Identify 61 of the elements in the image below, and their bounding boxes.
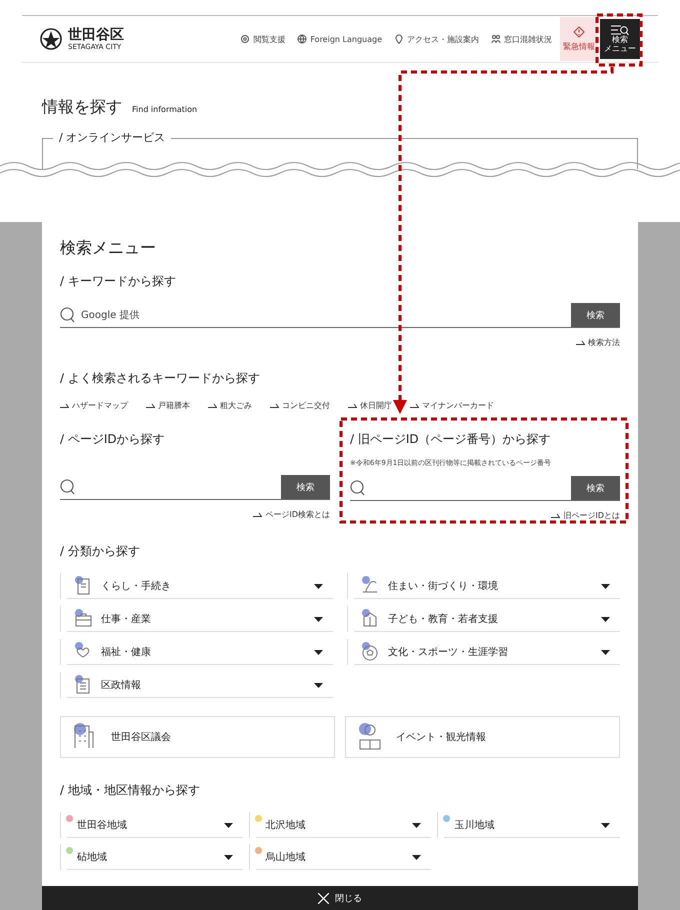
category-dropdown[interactable]: くらし・手続き <box>60 573 333 599</box>
search-menu-button[interactable]: 検索 メニュー <box>600 19 640 59</box>
section-heading: / よく検索されるキーワードから探す <box>60 370 261 387</box>
category-card[interactable]: 世田谷区議会 <box>60 716 335 758</box>
keyword-link[interactable]: コンビニ交付 <box>270 400 330 411</box>
header-link[interactable]: 閲覧支援 <box>240 34 286 44</box>
emergency-button[interactable]: 緊急情報 <box>560 17 598 61</box>
help-link[interactable]: ページID検索とは <box>253 509 330 520</box>
search-icon <box>60 307 75 323</box>
category-dropdown[interactable]: 住まい・街づくり・環境 <box>347 573 620 599</box>
section-heading: / キーワードから探す <box>60 273 177 290</box>
search-field[interactable]: 検索 <box>60 475 330 500</box>
region-dropdown[interactable]: 世田谷地域 <box>60 812 243 838</box>
category-card[interactable]: イベント・観光情報 <box>345 716 620 758</box>
category-dropdown[interactable]: 区政情報 <box>60 672 333 698</box>
keyword-link[interactable]: マイナンバーカード <box>410 400 494 411</box>
region-dropdown[interactable]: 北沢地域 <box>248 812 432 838</box>
search-icon <box>60 479 75 495</box>
page-title: 情報を探す <box>42 97 122 118</box>
search-field[interactable]: 検索 <box>350 476 620 501</box>
help-link[interactable]: 旧ページIDとは <box>551 510 620 521</box>
section-heading: / 分類から探す <box>60 543 141 560</box>
header-link[interactable]: Foreign Language <box>297 34 382 44</box>
help-link[interactable]: 検索方法 <box>576 337 620 348</box>
people-icon <box>491 34 501 44</box>
section-heading: / 地域・地区情報から探す <box>60 782 201 799</box>
search-field[interactable]: Google 提供 検索 <box>60 303 620 328</box>
region-dropdown[interactable]: 玉川地域 <box>437 812 620 838</box>
category-icon <box>360 642 380 662</box>
emblem-icon <box>40 28 62 50</box>
close-icon <box>318 892 329 904</box>
search-button[interactable]: 検索 <box>281 475 330 499</box>
keyword-link[interactable]: 休日開庁 <box>348 400 392 411</box>
section-heading: / 旧ページID（ページ番号）から探す <box>350 431 552 448</box>
page-subtitle: Find information <box>132 105 198 114</box>
panel-title: 検索メニュー <box>60 238 157 259</box>
close-button[interactable]: 閉じる <box>42 886 638 910</box>
keyword-link[interactable]: ハザードマップ <box>60 400 128 411</box>
warning-icon <box>573 26 585 38</box>
region-dropdown[interactable]: 砧地域 <box>60 844 243 870</box>
section-heading: / オンラインサービス <box>53 130 172 145</box>
category-dropdown[interactable]: 仕事・産業 <box>60 606 333 632</box>
keyword-link[interactable]: 粗大ごみ <box>208 400 252 411</box>
header-link[interactable]: 窓口混雑状況 <box>491 34 552 44</box>
highlight-frame <box>596 14 642 66</box>
header-link[interactable]: アクセス・施設案内 <box>394 34 479 44</box>
category-icon <box>73 609 93 629</box>
category-dropdown[interactable]: 子ども・教育・若者支援 <box>347 606 620 632</box>
section-heading: / ページIDから探す <box>60 431 166 448</box>
pin-icon <box>394 34 404 44</box>
search-icon <box>350 480 365 496</box>
gear-icon <box>240 34 250 44</box>
menu-search-icon <box>611 24 629 36</box>
category-dropdown[interactable]: 福祉・健康 <box>60 639 333 665</box>
search-button[interactable]: 検索 <box>571 303 620 327</box>
logo-text[interactable]: 世田谷区 <box>68 28 124 42</box>
keyword-link[interactable]: 戸籍謄本 <box>146 400 190 411</box>
search-button[interactable]: 検索 <box>571 476 620 500</box>
globe-icon <box>297 34 308 44</box>
region-dropdown[interactable]: 烏山地域 <box>248 844 432 870</box>
category-dropdown[interactable]: 文化・スポーツ・生涯学習 <box>347 639 620 665</box>
